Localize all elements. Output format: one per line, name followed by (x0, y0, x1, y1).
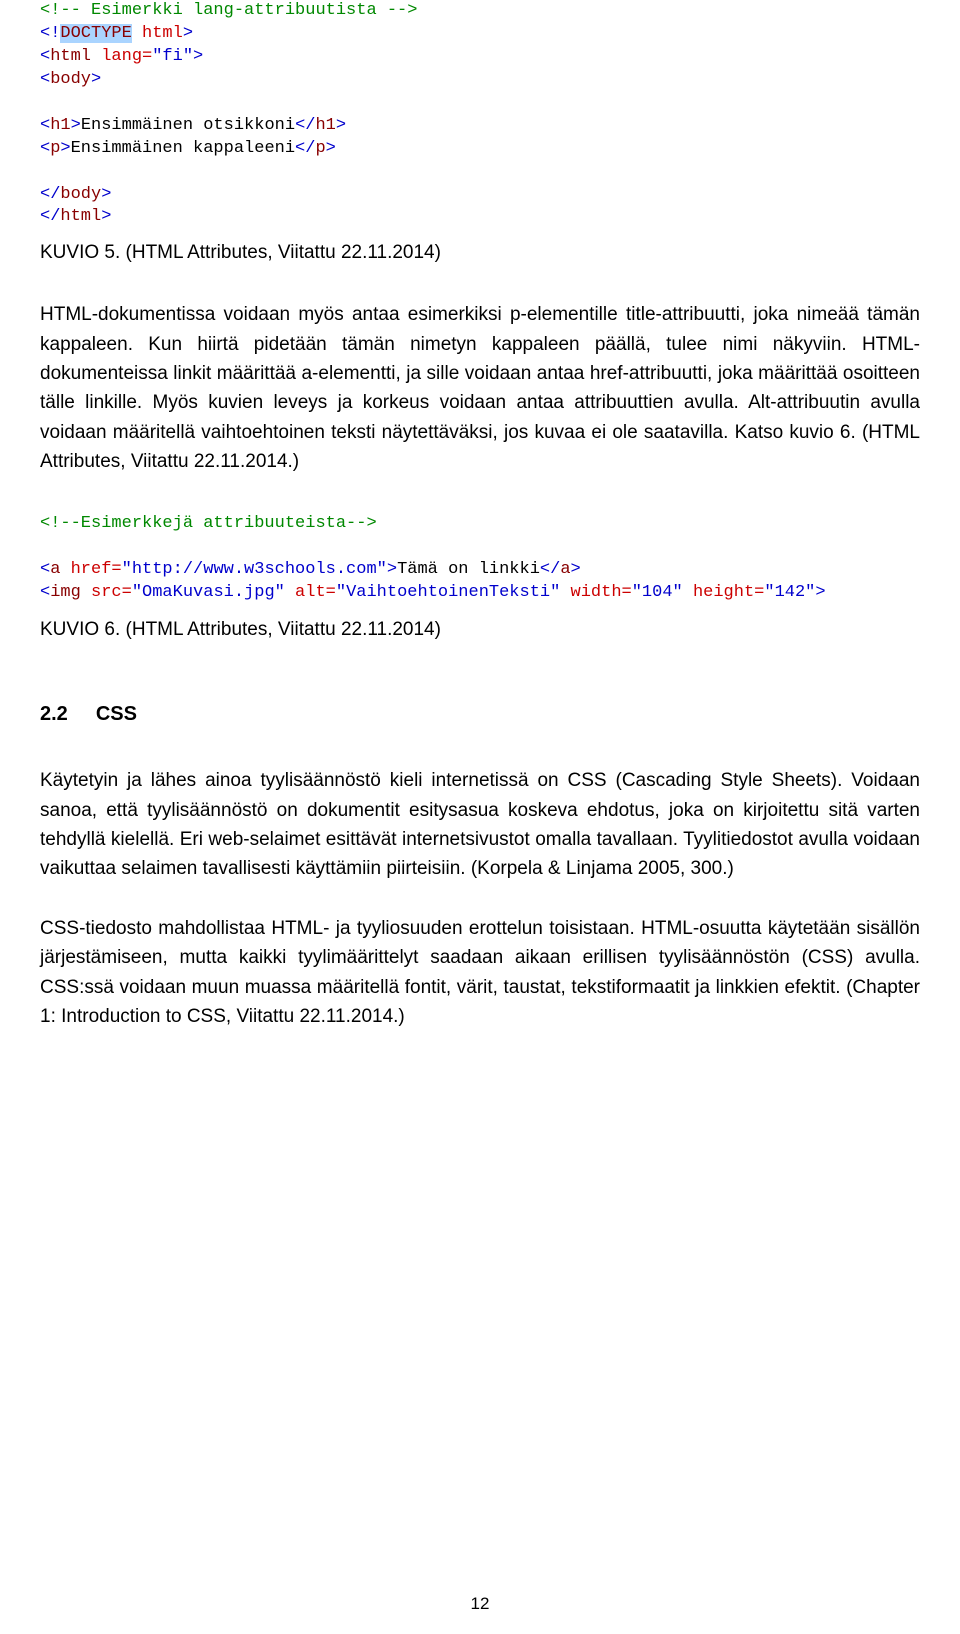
document-page: <!-- Esimerkki lang-attribuutista --> <!… (0, 0, 960, 1634)
code-figure-1: <!-- Esimerkki lang-attribuutista --> <!… (40, 0, 920, 229)
page-number: 12 (0, 1594, 960, 1614)
section-number: 2.2 (40, 703, 68, 726)
code2-comment: <!--Esimerkkejä attribuuteista--> (40, 514, 377, 533)
section-title: CSS (96, 703, 137, 725)
paragraph-1: HTML-dokumentissa voidaan myös antaa esi… (40, 300, 920, 477)
code1-comment: <!-- Esimerkki lang-attribuutista --> (40, 1, 417, 20)
code-figure-2: <!--Esimerkkejä attribuuteista--> <a hre… (40, 513, 920, 605)
paragraph-2: Käytetyin ja lähes ainoa tyylisäännöstö … (40, 766, 920, 884)
section-heading-css: 2.2 CSS (40, 703, 920, 726)
paragraph-3: CSS-tiedosto mahdollistaa HTML- ja tyyli… (40, 914, 920, 1032)
figure-caption-5: KUVIO 5. (HTML Attributes, Viitattu 22.1… (40, 241, 920, 266)
figure-caption-6: KUVIO 6. (HTML Attributes, Viitattu 22.1… (40, 618, 920, 643)
